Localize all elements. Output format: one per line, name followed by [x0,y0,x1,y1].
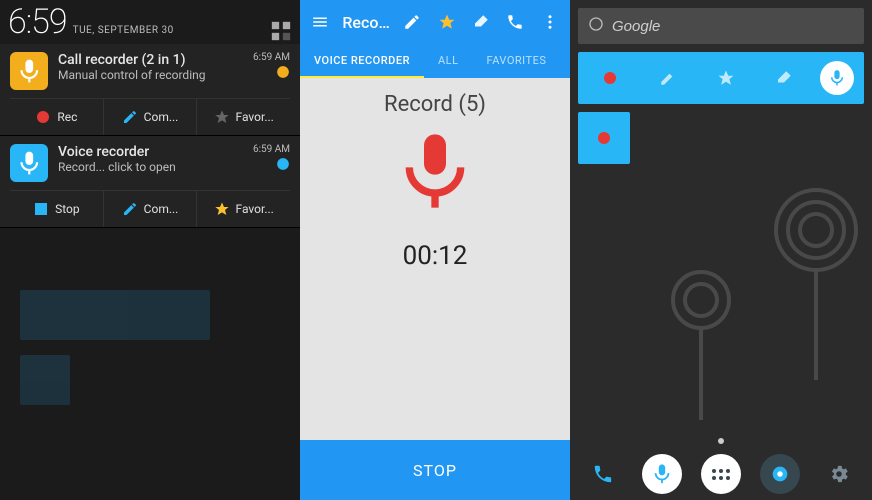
tab-bar: VOICE RECORDER ALL FAVORITES [300,44,570,78]
page-indicator [718,438,724,444]
google-logo-icon [588,16,604,36]
pencil-icon [122,201,138,217]
phone-icon[interactable] [583,454,623,494]
app-drawer-icon[interactable] [701,454,741,494]
pencil-icon[interactable] [646,56,690,100]
app-bar: Recor... VOICE RECORDER A [300,0,570,78]
favorite-icon[interactable] [433,6,461,38]
quick-settings-icon[interactable] [270,20,292,42]
action-favorite[interactable]: Favor... [197,99,290,135]
status-bar: 6:59 TUE, SEPTEMBER 30 [0,0,300,44]
action-favorite[interactable]: Favor... [197,191,290,227]
notification-time: 6:59 AM [253,52,290,63]
record-icon [598,132,610,144]
status-clock: 6:59 [8,2,67,42]
app-badge-icon [276,157,290,171]
star-icon[interactable] [704,56,748,100]
settings-icon[interactable] [819,454,859,494]
stop-button[interactable]: STOP [300,440,570,500]
pencil-icon[interactable] [398,6,426,38]
mic-icon [10,144,48,182]
mic-icon[interactable] [820,61,854,95]
search-placeholder: Google [612,18,660,35]
status-date: TUE, SEPTEMBER 30 [73,25,174,36]
phone-icon[interactable] [501,6,529,38]
recorder-widget[interactable] [578,52,864,104]
recording-title: Record (5) [384,92,486,117]
dock [570,448,872,500]
mic-icon [10,52,48,90]
action-comment[interactable]: Com... [104,191,198,227]
google-search-bar[interactable]: Google [578,8,864,44]
notification-title: Voice recorder [58,144,243,160]
menu-icon[interactable] [306,6,334,38]
pencil-icon [122,109,138,125]
notification-title: Call recorder (2 in 1) [58,52,243,68]
record-icon [35,109,51,125]
app-title: Recor... [342,13,390,32]
action-record[interactable]: Rec [10,99,104,135]
camera-icon[interactable] [760,454,800,494]
mic-icon[interactable] [642,454,682,494]
tab-favorites[interactable]: FAVORITES [473,44,561,78]
record-icon[interactable] [588,56,632,100]
notification-subtitle: Manual control of recording [58,68,243,82]
app-voice-recorder: Recor... VOICE RECORDER A [300,0,570,500]
star-icon [214,201,230,217]
action-stop[interactable]: Stop [10,191,104,227]
notification-drawer: 6:59 TUE, SEPTEMBER 30 Call recorder (2 … [0,0,300,500]
overflow-icon[interactable] [536,6,564,38]
recording-timer: 00:12 [403,241,468,271]
eraser-icon[interactable] [467,6,495,38]
notification-time: 6:59 AM [253,144,290,155]
home-screen: Google [570,0,872,500]
app-badge-icon [276,65,290,79]
notification-subtitle: Record... click to open [58,160,243,174]
notification-card[interactable]: Call recorder (2 in 1) Manual control of… [0,44,300,136]
tab-voice-recorder[interactable]: VOICE RECORDER [300,44,424,78]
tab-all[interactable]: ALL [424,44,473,78]
background-peek [0,260,300,500]
notification-card[interactable]: Voice recorder Record... click to open 6… [0,136,300,228]
action-comment[interactable]: Com... [104,99,198,135]
star-icon [214,109,230,125]
mic-icon[interactable] [391,127,479,219]
stop-icon [33,201,49,217]
eraser-icon[interactable] [762,56,806,100]
recorder-widget-small[interactable] [578,112,630,164]
